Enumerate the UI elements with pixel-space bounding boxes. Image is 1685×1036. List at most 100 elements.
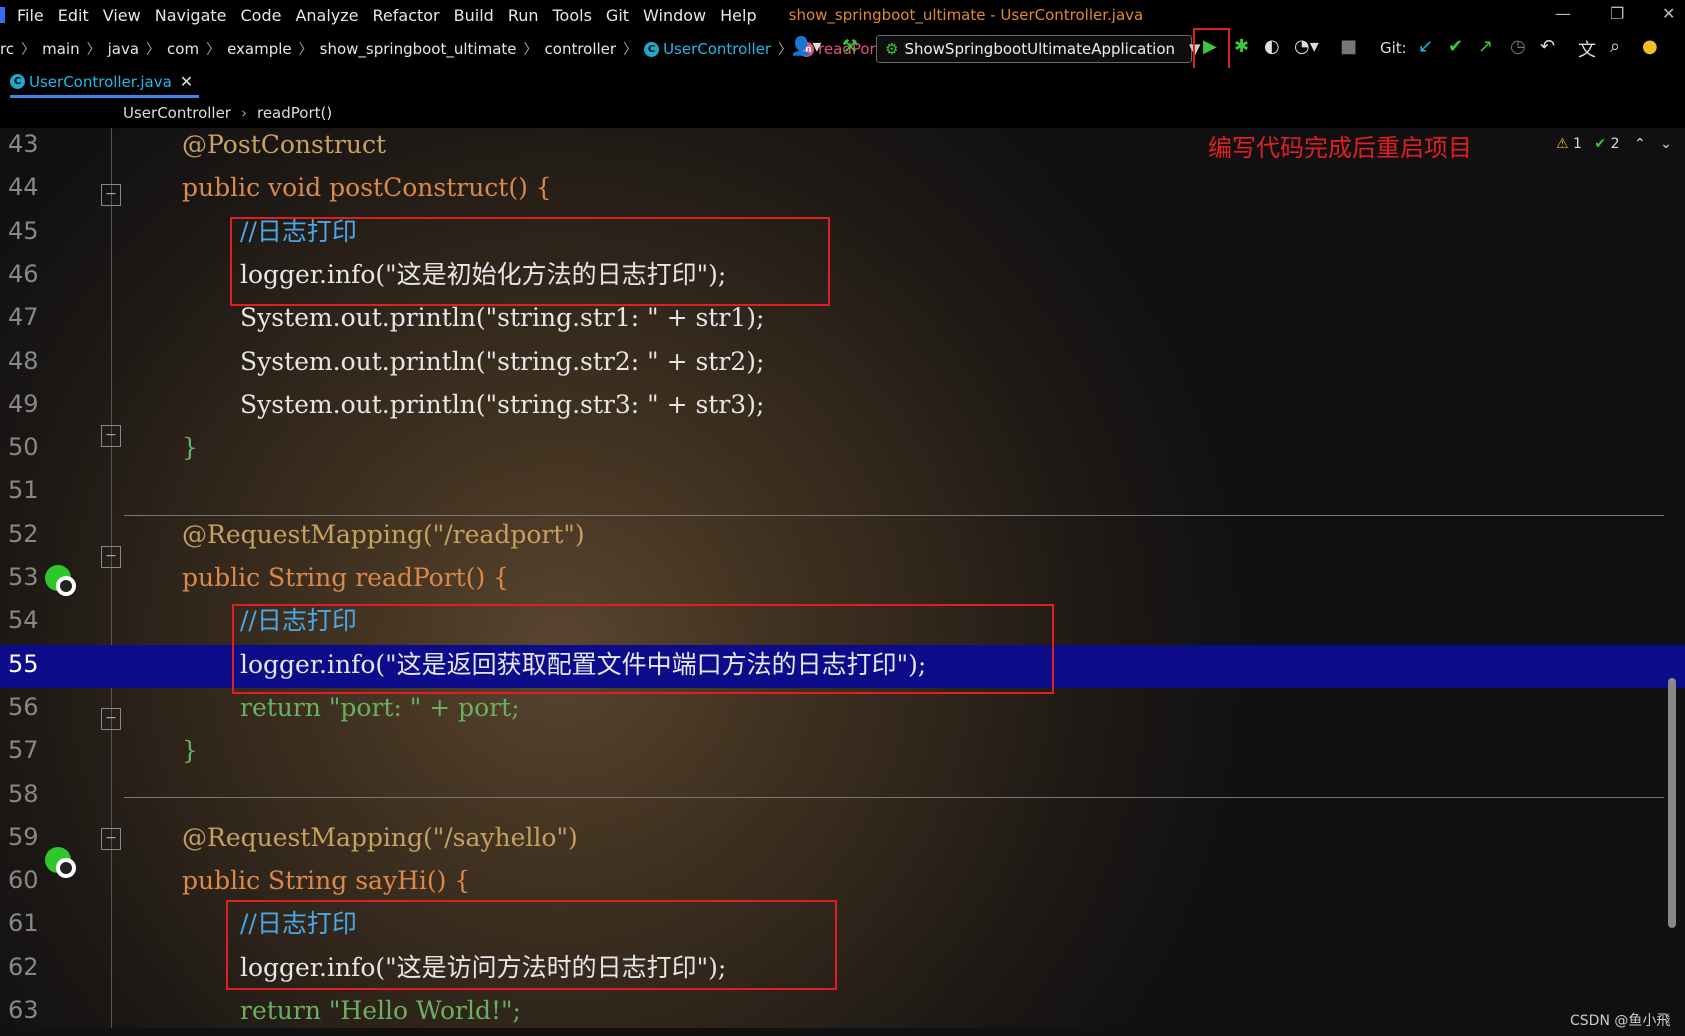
- menu-navigate[interactable]: Navigate: [155, 6, 227, 25]
- line-number[interactable]: 56: [8, 686, 58, 729]
- line-number[interactable]: 55: [8, 643, 58, 686]
- code-text[interactable]: public String sayHi() {: [182, 859, 470, 902]
- line-number[interactable]: 61: [8, 902, 58, 945]
- crumb-java[interactable]: java: [108, 40, 139, 58]
- code-text[interactable]: return "Hello World!";: [240, 989, 521, 1028]
- warning-icon: ⚠: [1556, 136, 1569, 152]
- user-icon[interactable]: 👤▾: [790, 36, 821, 57]
- menu-code[interactable]: Code: [241, 6, 282, 25]
- debug-icon[interactable]: ✱: [1234, 36, 1249, 57]
- code-line: 44 public void postConstruct() {: [0, 166, 1685, 209]
- line-number[interactable]: 43: [8, 128, 58, 166]
- code-text[interactable]: }: [182, 426, 198, 469]
- close-icon[interactable]: ✕: [180, 72, 193, 91]
- line-number[interactable]: 54: [8, 599, 58, 642]
- line-number[interactable]: 48: [8, 340, 58, 383]
- translate-icon[interactable]: 文: [1578, 36, 1596, 62]
- run-configuration-select[interactable]: ⚙ ShowSpringbootUltimateApplication ▼: [876, 35, 1201, 63]
- code-line: 53 public String readPort() {: [0, 556, 1685, 599]
- menu-refactor[interactable]: Refactor: [373, 6, 440, 25]
- fold-icon[interactable]: −: [101, 708, 121, 730]
- search-icon[interactable]: ⌕: [1610, 36, 1620, 57]
- navigation-bar: rc 〉 main 〉 java 〉 com 〉 example 〉 show_sprin…: [0, 30, 1685, 68]
- git-update-icon[interactable]: ↙: [1418, 36, 1433, 57]
- line-number[interactable]: 52: [8, 513, 58, 556]
- line-number[interactable]: 49: [8, 383, 58, 426]
- chevron-right-icon: 〉: [146, 42, 161, 58]
- crumb-usercontroller[interactable]: UserController: [663, 40, 771, 58]
- code-text[interactable]: }: [182, 729, 198, 772]
- crumb-com[interactable]: com: [167, 40, 199, 58]
- menu-file[interactable]: File: [17, 6, 44, 25]
- code-text[interactable]: System.out.println("string.str2: " + str…: [240, 340, 764, 383]
- code-editor[interactable]: 43 @PostConstruct 44 public void postConstr…: [0, 128, 1685, 1028]
- git-commit-icon[interactable]: ✔: [1448, 36, 1463, 57]
- minimize-icon[interactable]: —: [1555, 4, 1571, 23]
- method-separator: [124, 797, 1664, 798]
- code-line: 51: [0, 469, 1685, 512]
- tab-usercontroller[interactable]: C UserController.java ✕: [10, 68, 200, 98]
- code-line: 57}: [0, 729, 1685, 772]
- line-number[interactable]: 46: [8, 253, 58, 296]
- line-number[interactable]: 57: [8, 729, 58, 772]
- build-hammer-icon[interactable]: ⚒: [842, 36, 858, 57]
- menu-edit[interactable]: Edit: [58, 6, 89, 25]
- line-number[interactable]: 62: [8, 946, 58, 989]
- endpoint-globe-icon[interactable]: [44, 564, 78, 598]
- code-text[interactable]: public void postConstruct() {: [182, 166, 552, 209]
- code-text[interactable]: @RequestMapping("/sayhello"): [182, 816, 578, 859]
- fold-icon[interactable]: −: [101, 425, 121, 447]
- code-text[interactable]: @RequestMapping("/readport"): [182, 513, 585, 556]
- crumb-src[interactable]: rc: [0, 40, 14, 58]
- fold-icon[interactable]: −: [101, 828, 121, 850]
- line-number[interactable]: 44: [8, 166, 58, 209]
- code-text[interactable]: @PostConstruct: [182, 128, 386, 166]
- menu-git[interactable]: Git: [606, 6, 629, 25]
- chevron-right-icon: 〉: [86, 42, 101, 58]
- menu-build[interactable]: Build: [454, 6, 494, 25]
- crumb-example[interactable]: example: [227, 40, 292, 58]
- highlight-box-postconstruct: [230, 217, 830, 306]
- profile-icon[interactable]: ◔▾: [1294, 36, 1319, 57]
- coverage-icon[interactable]: ◐: [1264, 36, 1280, 57]
- rollback-icon[interactable]: ↶: [1540, 36, 1555, 57]
- structure-crumb-class[interactable]: UserController: [123, 104, 231, 122]
- structure-crumb-method[interactable]: readPort(): [257, 104, 332, 122]
- git-push-icon[interactable]: ↗: [1478, 36, 1493, 57]
- menu-help[interactable]: Help: [720, 6, 756, 25]
- endpoint-globe-icon[interactable]: [44, 846, 78, 880]
- line-number[interactable]: 51: [8, 469, 58, 512]
- menu-analyze[interactable]: Analyze: [295, 6, 358, 25]
- line-number[interactable]: 63: [8, 989, 58, 1028]
- line-number[interactable]: 45: [8, 210, 58, 253]
- highlight-box-sayhi: [226, 900, 837, 990]
- tab-label: UserController.java: [29, 72, 172, 91]
- vertical-scrollbar[interactable]: [1668, 678, 1676, 928]
- method-separator: [124, 515, 1664, 516]
- line-number[interactable]: 58: [8, 773, 58, 816]
- update-icon[interactable]: ●: [1642, 36, 1658, 57]
- fold-icon[interactable]: −: [101, 184, 121, 206]
- menu-bar: File Edit View Navigate Code Analyze Ref…: [0, 0, 1685, 30]
- restore-icon[interactable]: ❐: [1610, 4, 1624, 23]
- chevron-down-icon[interactable]: ⌄: [1660, 136, 1672, 152]
- code-text[interactable]: System.out.println("string.str3: " + str…: [240, 383, 764, 426]
- menu-window[interactable]: Window: [643, 6, 706, 25]
- inspection-widget[interactable]: ⚠ 1 ✔ 2 ⌃ ⌄: [1556, 136, 1672, 152]
- chevron-right-icon: 〉: [523, 42, 538, 58]
- menu-run[interactable]: Run: [508, 6, 539, 25]
- crumb-project[interactable]: show_springboot_ultimate: [320, 40, 517, 58]
- crumb-controller[interactable]: controller: [545, 40, 617, 58]
- menu-view[interactable]: View: [103, 6, 141, 25]
- fold-icon[interactable]: −: [101, 546, 121, 568]
- line-number[interactable]: 50: [8, 426, 58, 469]
- crumb-main[interactable]: main: [42, 40, 79, 58]
- close-window-icon[interactable]: ✕: [1662, 4, 1675, 23]
- code-text[interactable]: public String readPort() {: [182, 556, 509, 599]
- ok-count: 2: [1610, 136, 1620, 152]
- stop-icon[interactable]: ■: [1340, 36, 1357, 57]
- menu-tools[interactable]: Tools: [553, 6, 592, 25]
- chevron-up-icon[interactable]: ⌃: [1634, 136, 1646, 152]
- line-number[interactable]: 47: [8, 296, 58, 339]
- history-icon[interactable]: ◷: [1510, 36, 1526, 57]
